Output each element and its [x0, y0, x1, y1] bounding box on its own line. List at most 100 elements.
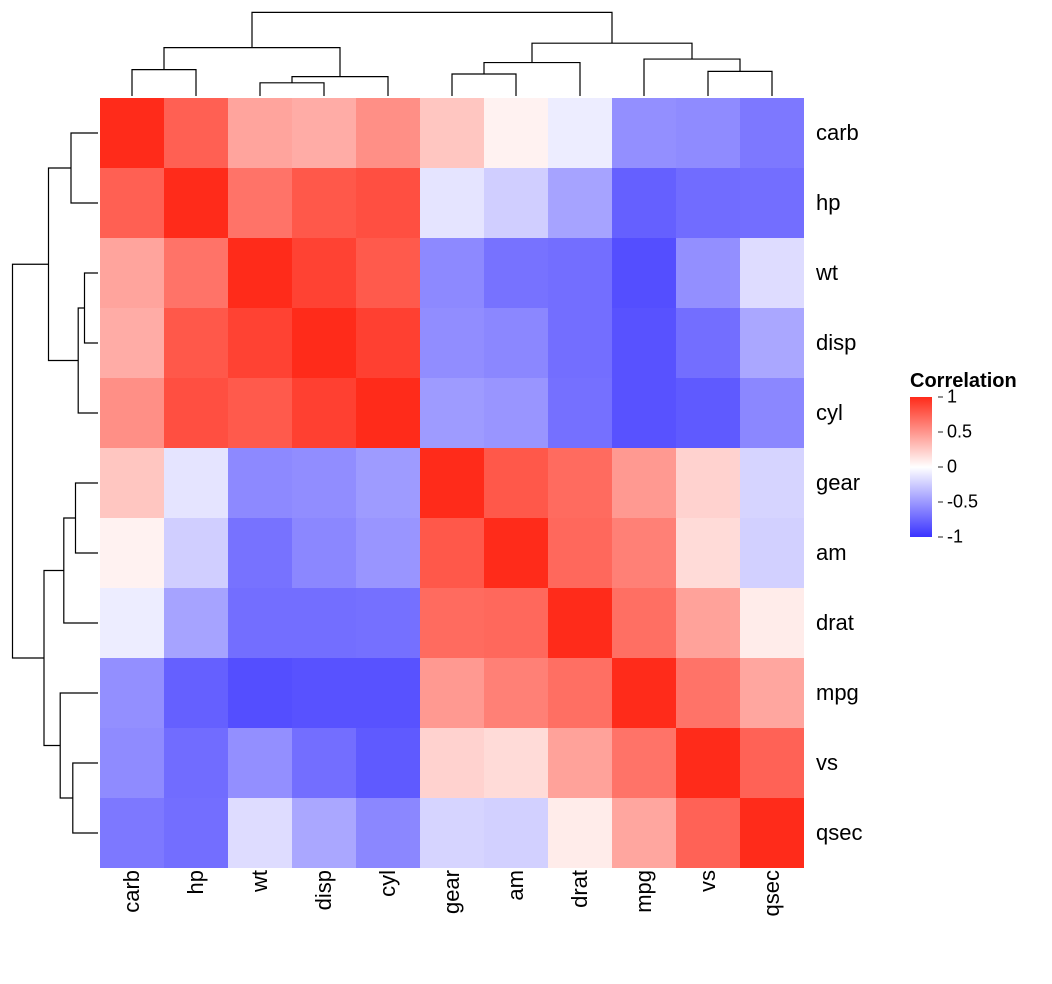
- heatmap-cell: [548, 798, 612, 868]
- heatmap-cell: [228, 238, 292, 308]
- heatmap-cell: [356, 728, 420, 798]
- heatmap-cell: [484, 728, 548, 798]
- heatmap-cell: [548, 378, 612, 448]
- heatmap-cell: [292, 168, 356, 238]
- heatmap-cell: [356, 658, 420, 728]
- heatmap-cell: [548, 98, 612, 168]
- column-axis-labels: carbhpwtdispcylgearamdratmpgvsqsec: [100, 870, 804, 960]
- heatmap-cell: [420, 588, 484, 658]
- heatmap-cell: [676, 728, 740, 798]
- row-label: wt: [806, 238, 886, 308]
- heatmap-cell: [356, 238, 420, 308]
- row-label: mpg: [806, 658, 886, 728]
- heatmap-cell: [484, 98, 548, 168]
- column-label: wt: [228, 870, 292, 960]
- heatmap-cell: [100, 98, 164, 168]
- heatmap-cell: [420, 168, 484, 238]
- heatmap-cell: [292, 518, 356, 588]
- heatmap-cell: [356, 588, 420, 658]
- column-label: carb: [100, 870, 164, 960]
- legend-title: Correlation: [910, 370, 1020, 393]
- heatmap-cell: [740, 518, 804, 588]
- heatmap-cell: [548, 238, 612, 308]
- heatmap-cell: [676, 588, 740, 658]
- heatmap-cell: [420, 798, 484, 868]
- heatmap-cell: [548, 658, 612, 728]
- heatmap-cell: [612, 308, 676, 378]
- heatmap-cell: [548, 448, 612, 518]
- heatmap-cell: [164, 728, 228, 798]
- heatmap-cell: [548, 728, 612, 798]
- heatmap-cell: [292, 798, 356, 868]
- heatmap-cell: [356, 518, 420, 588]
- heatmap-cell: [484, 238, 548, 308]
- row-label: qsec: [806, 798, 886, 868]
- heatmap-cell: [164, 308, 228, 378]
- heatmap-cell: [164, 98, 228, 168]
- row-label: cyl: [806, 378, 886, 448]
- heatmap-cell: [228, 798, 292, 868]
- legend-colorbar: [910, 397, 932, 537]
- heatmap-cell: [740, 658, 804, 728]
- heatmap-cell: [228, 728, 292, 798]
- column-label: mpg: [612, 870, 676, 960]
- heatmap-cell: [420, 238, 484, 308]
- heatmap-cell: [740, 588, 804, 658]
- heatmap-cell: [612, 238, 676, 308]
- heatmap-cell: [612, 98, 676, 168]
- row-label: disp: [806, 308, 886, 378]
- heatmap-cell: [548, 168, 612, 238]
- heatmap-cell: [420, 728, 484, 798]
- heatmap-cell: [228, 518, 292, 588]
- heatmap-cell: [420, 658, 484, 728]
- heatmap-cell: [292, 588, 356, 658]
- heatmap-cell: [740, 98, 804, 168]
- heatmap-cell: [740, 728, 804, 798]
- heatmap-cell: [100, 728, 164, 798]
- column-dendrogram: [100, 8, 804, 96]
- heatmap-cell: [484, 798, 548, 868]
- heatmap-cell: [420, 308, 484, 378]
- legend-tick: 1: [938, 387, 957, 408]
- heatmap-cell: [484, 168, 548, 238]
- column-label: gear: [420, 870, 484, 960]
- heatmap-cell: [164, 378, 228, 448]
- heatmap-cell: [484, 378, 548, 448]
- heatmap-cell: [676, 658, 740, 728]
- heatmap-cell: [484, 658, 548, 728]
- legend-ticks: 10.50-0.5-1: [938, 397, 1020, 537]
- heatmap-cell: [164, 168, 228, 238]
- heatmap-cell: [292, 98, 356, 168]
- legend-tick: 0: [938, 457, 957, 478]
- heatmap-cell: [612, 658, 676, 728]
- heatmap-cell: [676, 798, 740, 868]
- heatmap-cell: [548, 588, 612, 658]
- heatmap-cell: [356, 378, 420, 448]
- chart-root: carbhpwtdispcylgearamdratmpgvsqsec carbh…: [0, 0, 1052, 984]
- column-label: cyl: [356, 870, 420, 960]
- row-axis-labels: carbhpwtdispcylgearamdratmpgvsqsec: [806, 98, 886, 868]
- heatmap-cell: [676, 238, 740, 308]
- heatmap-cell: [100, 588, 164, 658]
- heatmap-cell: [292, 378, 356, 448]
- heatmap-cell: [164, 518, 228, 588]
- heatmap-cell: [740, 168, 804, 238]
- heatmap-cell: [612, 518, 676, 588]
- heatmap-cell: [612, 168, 676, 238]
- heatmap-cell: [228, 588, 292, 658]
- heatmap-cell: [292, 448, 356, 518]
- heatmap-cell: [484, 448, 548, 518]
- heatmap-cell: [612, 728, 676, 798]
- legend-tick: 0.5: [938, 422, 972, 443]
- heatmap-cell: [228, 448, 292, 518]
- heatmap-cell: [292, 238, 356, 308]
- heatmap-cell: [292, 728, 356, 798]
- heatmap-cell: [228, 308, 292, 378]
- heatmap-cell: [100, 518, 164, 588]
- heatmap-cell: [100, 308, 164, 378]
- heatmap-cell: [292, 308, 356, 378]
- heatmap-cell: [612, 798, 676, 868]
- heatmap-cell: [228, 658, 292, 728]
- heatmap-cell: [612, 448, 676, 518]
- heatmap-cell: [228, 98, 292, 168]
